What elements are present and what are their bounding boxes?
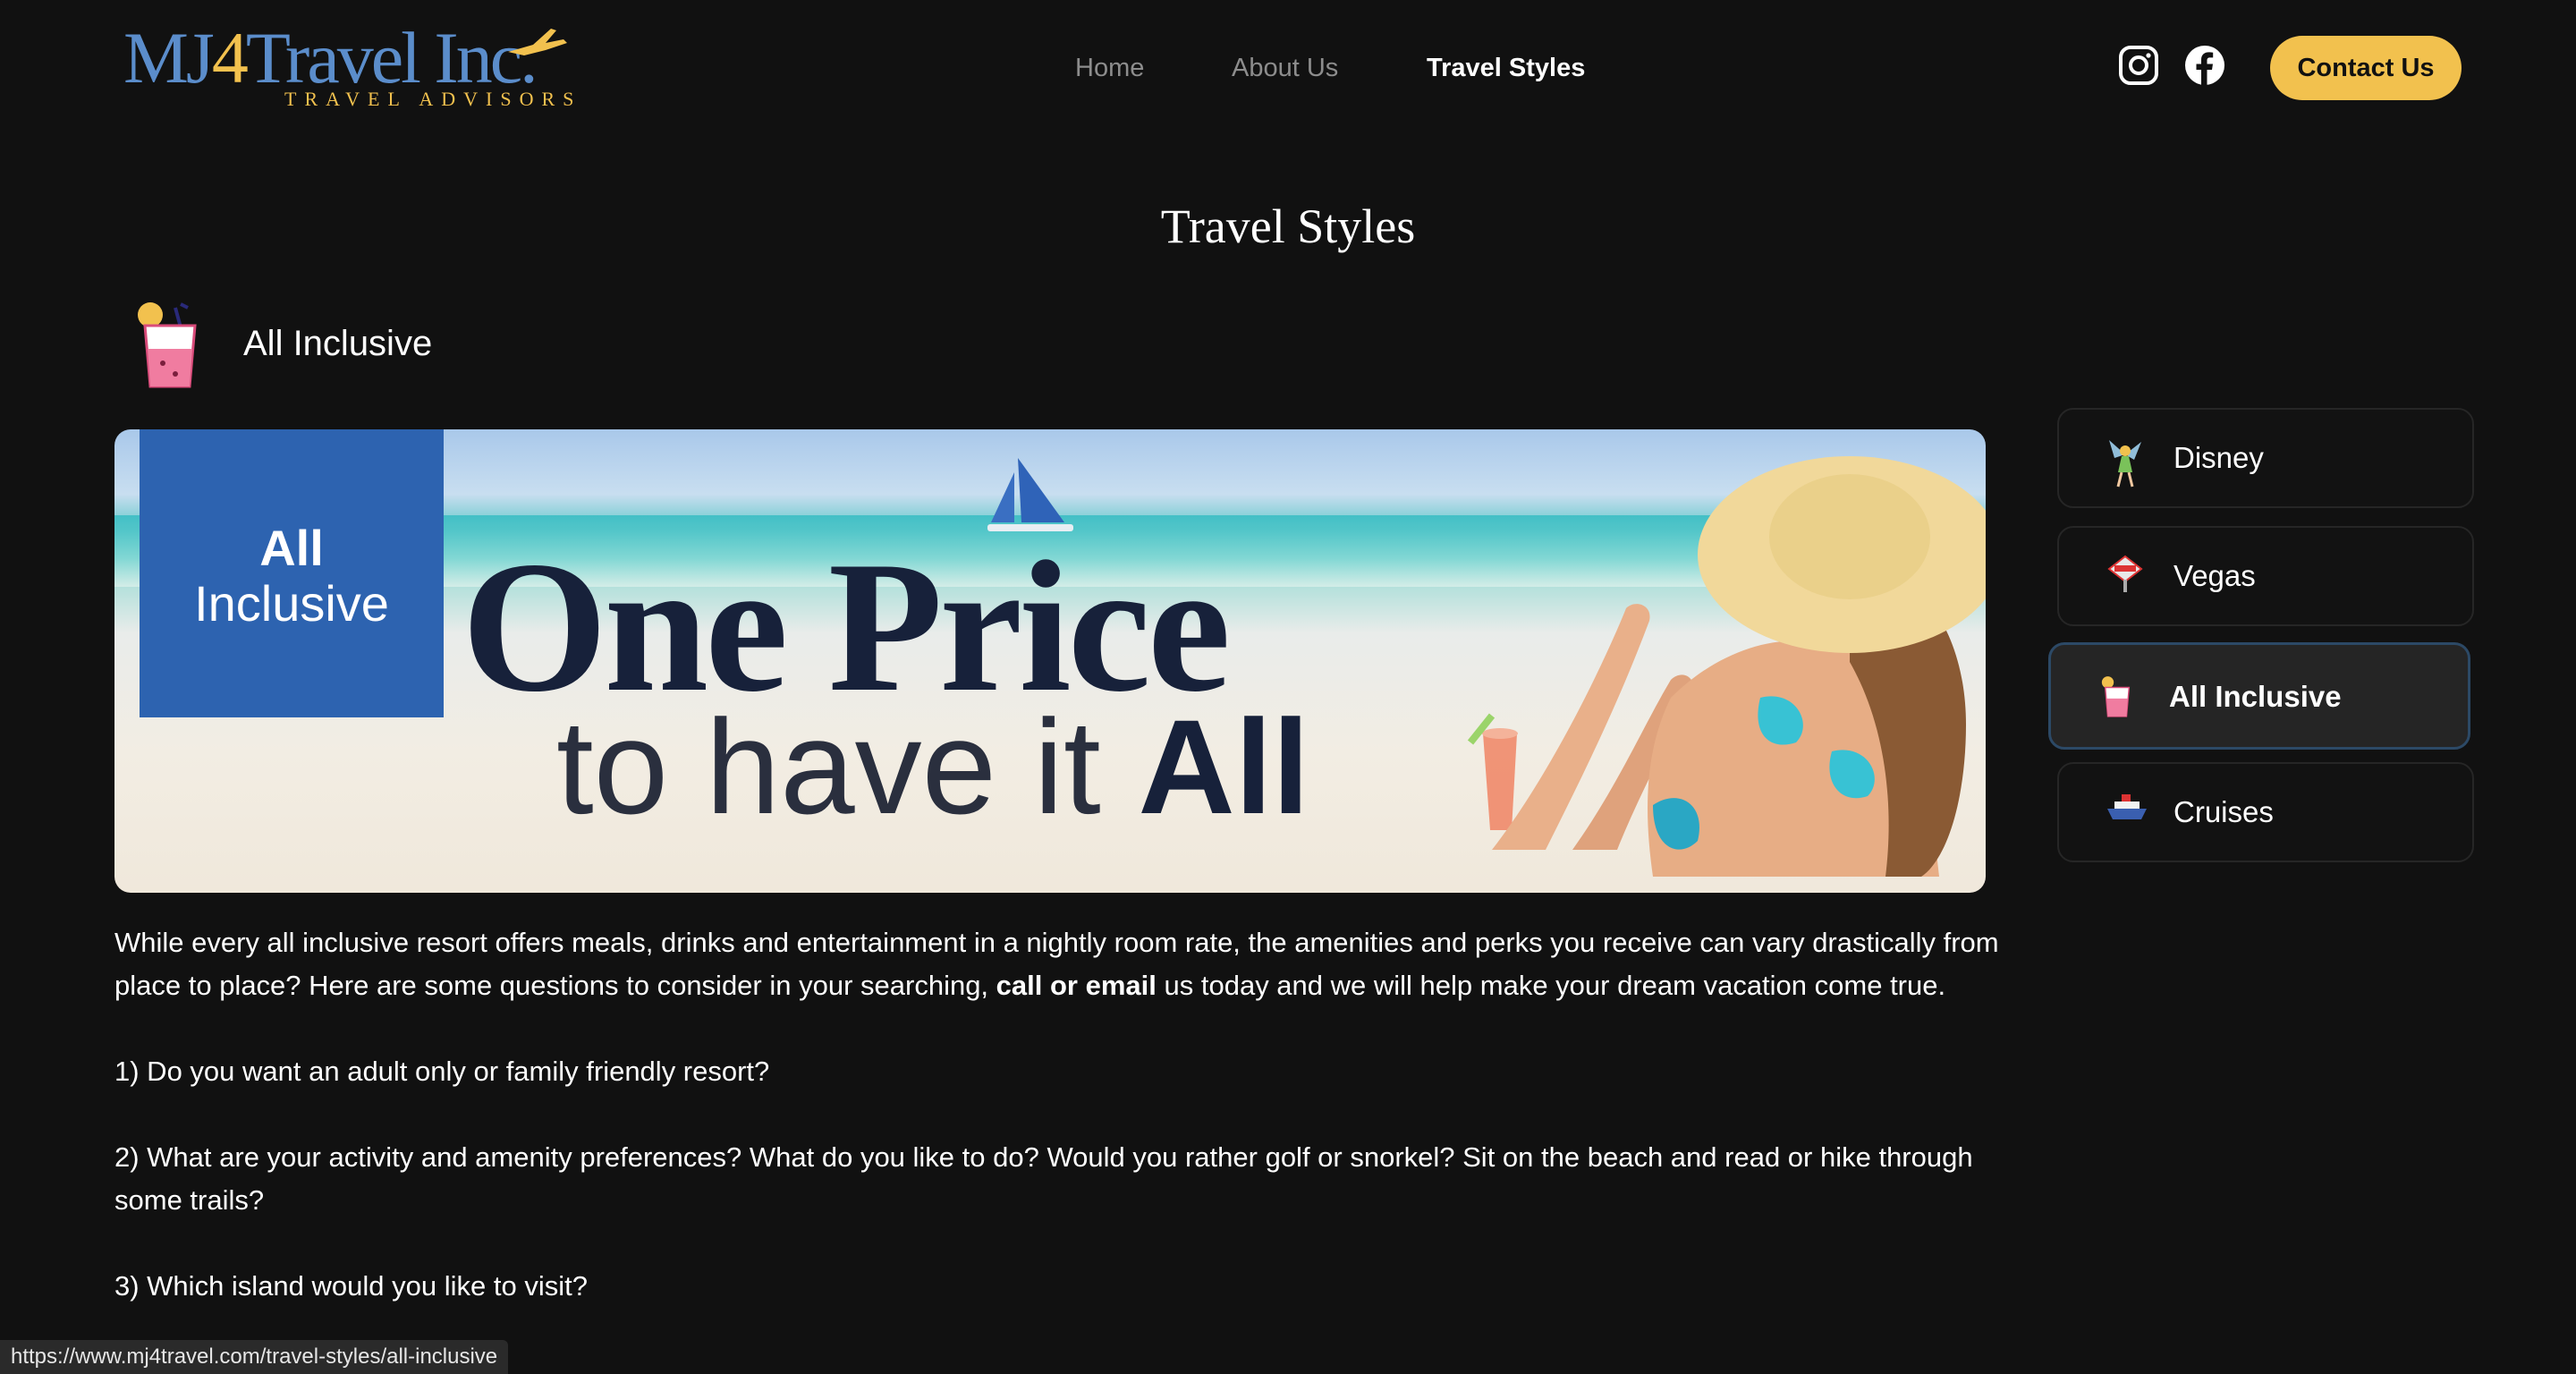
- vegas-sign-icon: [2107, 555, 2143, 592]
- logo-tagline: TRAVEL ADVISORS: [284, 88, 582, 110]
- sidebar-item-vegas[interactable]: Vegas: [2057, 526, 2474, 626]
- page-title: Travel Styles: [1160, 199, 1416, 253]
- question-2: 2) What are your activity and amenity pr…: [114, 1141, 1973, 1216]
- article-body: While every all inclusive resort offers …: [114, 921, 2002, 1351]
- instagram-icon[interactable]: [2118, 45, 2159, 86]
- all-inclusive-banner: All Inclusive One Price to have it All: [114, 429, 1986, 893]
- question-3: 3) Which island would you like to visit?: [114, 1270, 588, 1302]
- all-inclusive-badge: All Inclusive: [140, 429, 444, 717]
- banner-subheadline: to have it All: [556, 691, 1310, 842]
- nav-home[interactable]: Home: [1075, 50, 1144, 86]
- woman-in-sunhat-image: [1467, 456, 1986, 877]
- nav-about-us[interactable]: About Us: [1232, 50, 1338, 86]
- status-bar-url: https://www.mj4travel.com/travel-styles/…: [0, 1340, 509, 1374]
- intro-paragraph: While every all inclusive resort offers …: [114, 927, 1999, 1001]
- question-1: 1) Do you want an adult only or family f…: [114, 1056, 770, 1087]
- sidebar-item-all-inclusive[interactable]: All Inclusive: [2048, 642, 2470, 750]
- cocktail-icon: [138, 302, 197, 388]
- contact-us-button[interactable]: Contact Us: [2270, 36, 2462, 100]
- sidebar-item-cruises[interactable]: Cruises: [2057, 762, 2474, 862]
- call-or-email-link[interactable]: call or email: [996, 970, 1157, 1001]
- sidebar-item-disney[interactable]: Disney: [2057, 408, 2474, 508]
- section-label: All Inclusive: [243, 324, 433, 363]
- facebook-icon[interactable]: [2184, 45, 2225, 86]
- cruise-ship-icon: [2107, 794, 2147, 819]
- fairy-icon: [2109, 440, 2141, 488]
- cocktail-icon: [2101, 676, 2131, 717]
- nav-travel-styles[interactable]: Travel Styles: [1427, 50, 1585, 86]
